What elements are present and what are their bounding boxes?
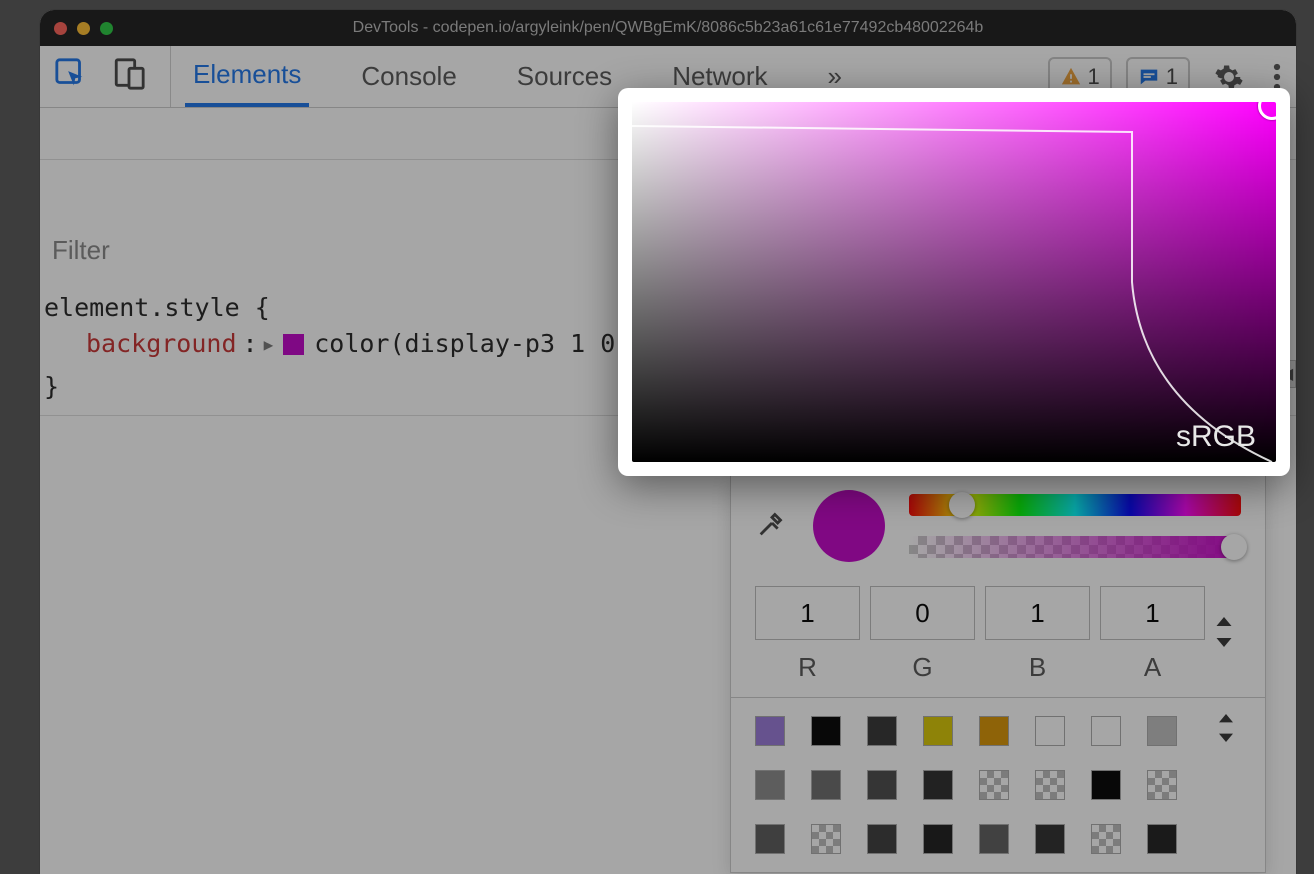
window-title: DevTools - codepen.io/argyleink/pen/QWBg… xyxy=(40,19,1296,37)
palette-swatch[interactable] xyxy=(1147,716,1177,746)
palette-toggle[interactable] xyxy=(1217,714,1235,748)
palette-swatch[interactable] xyxy=(867,716,897,746)
palette-swatch[interactable] xyxy=(811,770,841,800)
palette-swatch[interactable] xyxy=(923,716,953,746)
channel-b-input[interactable] xyxy=(985,586,1090,640)
tab-sources[interactable]: Sources xyxy=(509,46,620,107)
color-picker-popover: R G B A xyxy=(730,475,1266,873)
hue-slider[interactable] xyxy=(909,494,1241,516)
rule-selector[interactable]: element.style xyxy=(44,293,240,322)
gamut-label: sRGB xyxy=(1176,420,1256,454)
color-spectrum[interactable]: sRGB xyxy=(632,102,1276,462)
palette-swatch[interactable] xyxy=(1091,716,1121,746)
palette-swatch[interactable] xyxy=(867,824,897,854)
channel-b-label: B xyxy=(985,652,1090,683)
tab-console[interactable]: Console xyxy=(353,46,464,107)
palette-swatch[interactable] xyxy=(755,824,785,854)
colon: : xyxy=(243,326,258,362)
inspect-element-icon[interactable] xyxy=(54,57,88,96)
palette-swatch[interactable] xyxy=(1147,824,1177,854)
palette-swatch[interactable] xyxy=(1091,770,1121,800)
messages-count: 1 xyxy=(1166,64,1178,90)
hue-thumb[interactable] xyxy=(949,492,975,518)
palette-swatch[interactable] xyxy=(979,716,1009,746)
palette-swatch[interactable] xyxy=(1035,716,1065,746)
channel-a-label: A xyxy=(1100,652,1205,683)
palette-swatch[interactable] xyxy=(811,824,841,854)
color-format-toggle[interactable] xyxy=(1215,617,1241,653)
css-property-value[interactable]: color(display-p3 1 0 xyxy=(314,326,615,362)
palette-swatch[interactable] xyxy=(923,824,953,854)
channel-g-input[interactable] xyxy=(870,586,975,640)
spectrum-cursor[interactable] xyxy=(1258,102,1276,120)
toolbar-divider xyxy=(170,46,171,107)
expand-shorthand-icon[interactable]: ▶ xyxy=(264,333,274,356)
device-toolbar-icon[interactable] xyxy=(112,57,146,96)
issues-count: 1 xyxy=(1088,64,1100,90)
color-swatch-icon[interactable] xyxy=(283,334,304,355)
palette-swatch[interactable] xyxy=(1035,824,1065,854)
palette-swatch[interactable] xyxy=(979,770,1009,800)
palette-swatch[interactable] xyxy=(755,716,785,746)
palette-swatch[interactable] xyxy=(979,824,1009,854)
alpha-thumb[interactable] xyxy=(1221,534,1247,560)
titlebar: DevTools - codepen.io/argyleink/pen/QWBg… xyxy=(40,10,1296,46)
palette-swatch[interactable] xyxy=(1091,824,1121,854)
palette-swatch[interactable] xyxy=(867,770,897,800)
palette-swatch[interactable] xyxy=(755,770,785,800)
palette-swatches xyxy=(731,697,1265,872)
tab-elements[interactable]: Elements xyxy=(185,46,309,107)
palette-swatch[interactable] xyxy=(1035,770,1065,800)
channel-r-label: R xyxy=(755,652,860,683)
palette-swatch[interactable] xyxy=(811,716,841,746)
channel-g-label: G xyxy=(870,652,975,683)
zoom-window-button[interactable] xyxy=(100,22,113,35)
palette-swatch[interactable] xyxy=(923,770,953,800)
window-controls xyxy=(54,22,113,35)
eyedropper-icon[interactable] xyxy=(755,506,789,546)
channel-a-input[interactable] xyxy=(1100,586,1205,640)
color-spectrum-zoom: sRGB xyxy=(618,88,1290,476)
close-brace: } xyxy=(44,372,59,401)
palette-swatch[interactable] xyxy=(1147,770,1177,800)
srgb-gamut-boundary xyxy=(632,102,1276,462)
channel-r-input[interactable] xyxy=(755,586,860,640)
alpha-slider[interactable] xyxy=(909,536,1241,558)
css-property-name[interactable]: background xyxy=(86,326,237,362)
minimize-window-button[interactable] xyxy=(77,22,90,35)
close-window-button[interactable] xyxy=(54,22,67,35)
current-color-swatch xyxy=(813,490,885,562)
open-brace: { xyxy=(255,293,270,322)
